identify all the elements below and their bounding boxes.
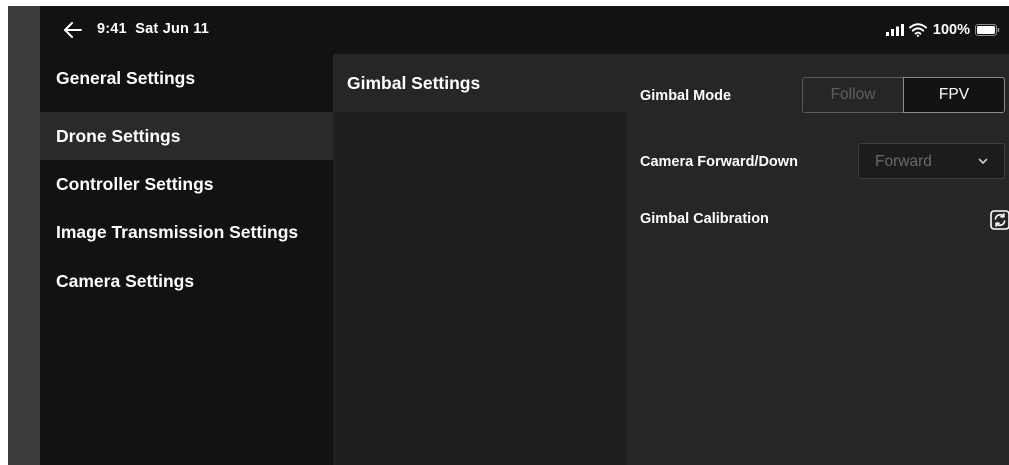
chevron-down-icon: [978, 158, 988, 164]
gimbal-mode-segmented-control: Follow FPV: [802, 77, 1005, 113]
camera-direction-dropdown[interactable]: Forward: [858, 143, 1005, 179]
nav-item-label: Controller Settings: [56, 174, 214, 194]
status-date: Sat Jun 11: [135, 21, 210, 37]
back-arrow-icon[interactable]: [64, 22, 82, 38]
settings-category-list: General Settings Drone Settings Controll…: [40, 54, 333, 465]
nav-item-image-transmission-settings[interactable]: Image Transmission Settings: [40, 208, 333, 256]
gimbal-mode-follow-option[interactable]: Follow: [803, 78, 903, 112]
status-bar: 9:41 Sat Jun 11 100%: [40, 6, 1009, 54]
nav-item-label: General Settings: [56, 68, 196, 88]
status-indicators: 100%: [885, 20, 1000, 40]
nav-item-camera-settings[interactable]: Camera Settings: [40, 257, 333, 305]
cellular-signal-icon: [885, 24, 904, 36]
gimbal-calibration-label: Gimbal Calibration: [640, 211, 769, 227]
status-time: 9:41: [97, 21, 127, 37]
left-edge-strip: [8, 6, 40, 465]
settings-screen: 9:41 Sat Jun 11 100% General Settings Dr…: [8, 6, 1009, 465]
gimbal-mode-fpv-option[interactable]: FPV: [903, 77, 1005, 113]
nav-item-label: Drone Settings: [56, 126, 181, 146]
nav-item-label: Image Transmission Settings: [56, 222, 299, 242]
nav-item-general-settings[interactable]: General Settings: [40, 54, 333, 102]
camera-direction-value: Forward: [875, 153, 932, 170]
wifi-icon: [908, 23, 927, 37]
subcategory-label: Gimbal Settings: [347, 73, 481, 93]
status-time-date: 9:41 Sat Jun 11: [97, 21, 209, 37]
drone-settings-subcategory-list: Gimbal Settings: [333, 54, 626, 465]
battery-icon: [975, 24, 1000, 36]
gimbal-mode-label: Gimbal Mode: [640, 88, 732, 104]
subcategory-gimbal-settings[interactable]: Gimbal Settings: [333, 54, 626, 112]
camera-forward-down-label: Camera Forward/Down: [640, 154, 798, 170]
nav-item-label: Camera Settings: [56, 271, 195, 291]
battery-percentage: 100%: [932, 22, 970, 38]
nav-item-drone-settings[interactable]: Drone Settings: [40, 112, 333, 160]
refresh-icon[interactable]: [990, 210, 1009, 230]
nav-item-controller-settings[interactable]: Controller Settings: [40, 160, 333, 208]
gimbal-settings-panel: Gimbal Mode Follow FPV Camera Forward/Do…: [626, 54, 1009, 465]
